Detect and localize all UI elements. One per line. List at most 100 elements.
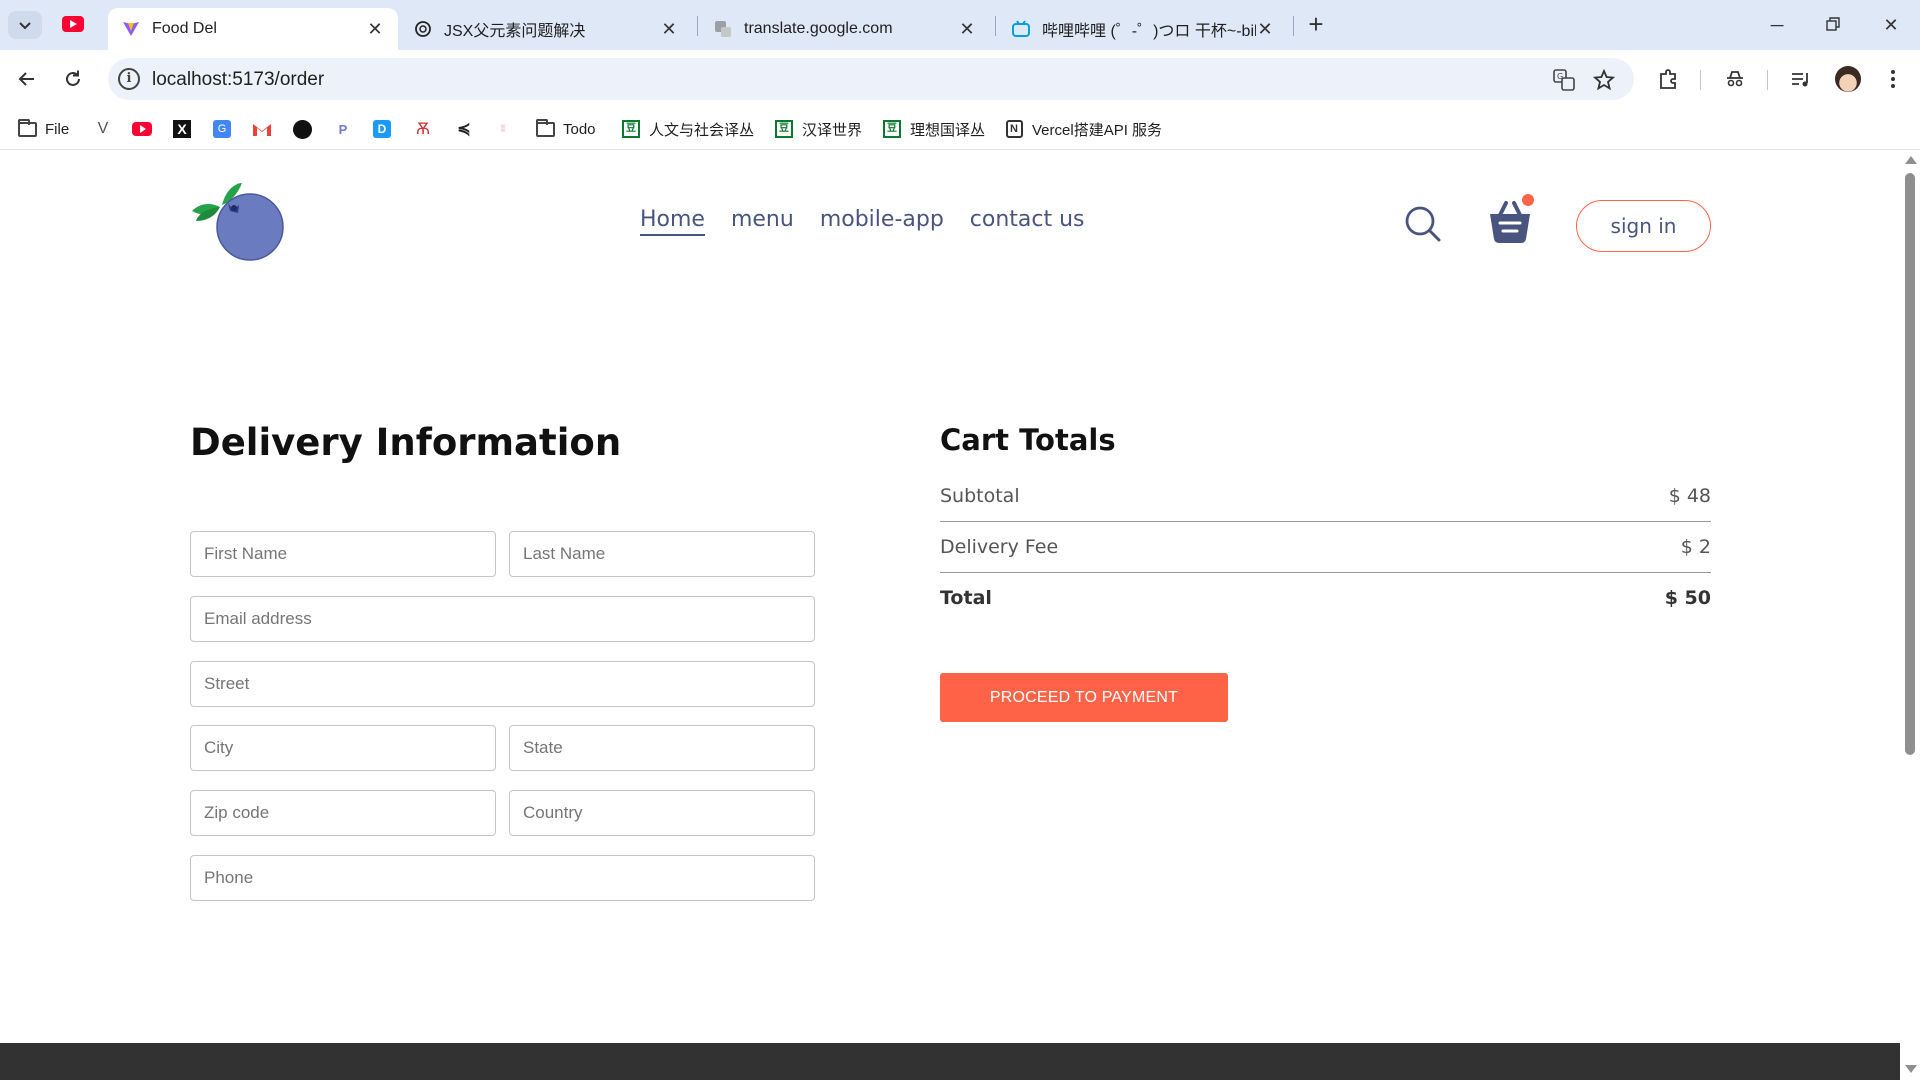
search-icon[interactable]: [1404, 205, 1442, 243]
street-field[interactable]: [190, 661, 815, 707]
site-info-icon[interactable]: i: [118, 68, 140, 90]
last-name-field[interactable]: [509, 531, 815, 577]
tab-separator: [697, 16, 698, 36]
first-name-field[interactable]: [190, 531, 496, 577]
close-window-icon[interactable]: ✕: [1878, 12, 1904, 38]
bookmark-label: 理想国译丛: [910, 121, 986, 139]
nav-link-mobile-app[interactable]: mobile-app: [820, 207, 944, 236]
bilibili-icon: [1012, 20, 1030, 38]
blueberry-logo[interactable]: [190, 177, 290, 267]
page-footer: [0, 1043, 1900, 1080]
delivery-fee-row: Delivery Fee $ 2: [940, 533, 1711, 561]
restore-icon[interactable]: [1820, 12, 1846, 38]
bookmark-label: Todo: [563, 120, 596, 138]
p-icon: P: [338, 121, 348, 137]
proceed-to-payment-button[interactable]: PROCEED TO PAYMENT: [940, 673, 1228, 722]
tab-search-button[interactable]: [8, 11, 42, 39]
chevron-down-icon: [19, 22, 31, 30]
state-field[interactable]: [509, 725, 815, 771]
subtotal-label: Subtotal: [940, 485, 1020, 507]
douban-icon: 豆: [774, 119, 794, 139]
tab-bilibili[interactable]: 哔哩哔哩 (゜-゜)つロ 干杯~-bilibili ✕: [998, 8, 1288, 50]
bookmark-star-icon[interactable]: [1592, 68, 1616, 92]
browser-tab-bar: Food Del ✕ JSX父元素问题解决 ✕ translate.google…: [0, 0, 1920, 50]
profile-avatar[interactable]: [1835, 66, 1861, 92]
page-scrollbar[interactable]: [1900, 151, 1920, 1080]
browser-toolbar: i localhost:5173/order G: [0, 50, 1920, 108]
d-icon: D: [372, 119, 392, 139]
bird-icon: ≼: [457, 121, 471, 138]
main-nav: Home menu mobile-app contact us: [640, 207, 1085, 236]
bookmark-folder-todo[interactable]: Todo: [535, 117, 596, 141]
zip-code-field[interactable]: [190, 790, 496, 836]
sign-in-button[interactable]: sign in: [1576, 200, 1711, 252]
tab-translate[interactable]: translate.google.com ✕: [700, 8, 990, 50]
more-menu-icon[interactable]: [1880, 66, 1906, 92]
cart-notification-dot: [1522, 194, 1534, 206]
close-tab-icon[interactable]: ✕: [958, 19, 976, 40]
translate-page-icon[interactable]: G: [1552, 68, 1576, 92]
address-bar[interactable]: i localhost:5173/order G: [108, 58, 1634, 100]
incognito-icon[interactable]: [1722, 66, 1748, 92]
pinned-youtube-tab[interactable]: [62, 16, 84, 32]
bookmark-github[interactable]: [292, 117, 312, 141]
scroll-up-arrow-icon[interactable]: [1905, 156, 1917, 164]
bookmark-tower[interactable]: Ѫ: [413, 117, 433, 141]
reload-icon[interactable]: [60, 66, 86, 92]
url-text[interactable]: localhost:5173/order: [152, 69, 324, 91]
email-field[interactable]: [190, 596, 815, 642]
github-icon: [292, 119, 312, 139]
google-translate-icon: G: [212, 119, 232, 139]
media-control-icon[interactable]: [1788, 66, 1814, 92]
folder-icon: [535, 118, 555, 139]
phone-field[interactable]: [190, 855, 815, 901]
nav-link-menu[interactable]: menu: [731, 207, 794, 236]
bookmark-renwen[interactable]: 豆 人文与社会译丛: [621, 117, 754, 141]
close-tab-icon[interactable]: ✕: [1256, 19, 1274, 40]
tab-food-del[interactable]: Food Del ✕: [108, 8, 398, 50]
scroll-down-arrow-icon[interactable]: [1905, 1065, 1917, 1073]
tab-title: JSX父元素问题解决: [444, 23, 586, 40]
bookmark-vercel[interactable]: N Vercel搭建API 服务: [1004, 117, 1162, 141]
gmail-icon: [252, 119, 272, 139]
total-label: Total: [940, 587, 992, 609]
notion-icon: N: [1004, 119, 1024, 139]
bookmark-hanyi[interactable]: 豆 汉译世界: [774, 117, 862, 141]
page-viewport: Home menu mobile-app contact us sign in …: [0, 151, 1900, 1080]
minimize-icon[interactable]: ─: [1764, 12, 1790, 38]
bookmark-gmail[interactable]: [252, 117, 272, 141]
bookmark-x[interactable]: X: [172, 117, 192, 141]
bookmarks-bar: File V X G P D Ѫ ≼ ʬ Todo 豆 人文与社会译丛 豆 汉译…: [0, 108, 1920, 150]
city-field[interactable]: [190, 725, 496, 771]
youtube-icon: [132, 119, 152, 139]
delivery-information-title: Delivery Information: [190, 421, 622, 464]
cart-divider: [940, 572, 1711, 573]
bookmark-folder-file[interactable]: File: [17, 117, 69, 141]
bookmark-google-translate[interactable]: G: [212, 117, 232, 141]
tab-title: 哔哩哔哩 (゜-゜)つロ 干杯~-bilibili: [1042, 23, 1256, 40]
subtotal-row: Subtotal $ 48: [940, 482, 1711, 510]
close-tab-icon[interactable]: ✕: [366, 19, 384, 40]
bookmark-youtube[interactable]: [132, 117, 152, 141]
bookmark-v[interactable]: V: [93, 117, 113, 141]
scrollbar-thumb[interactable]: [1905, 173, 1915, 755]
tab-jsx[interactable]: JSX父元素问题解决 ✕: [400, 8, 692, 50]
new-tab-button[interactable]: +: [1304, 10, 1328, 40]
bookmark-d[interactable]: D: [372, 117, 392, 141]
bookmark-faint[interactable]: ʬ: [493, 117, 513, 141]
x-icon: X: [172, 119, 192, 139]
bookmark-p[interactable]: P: [333, 117, 353, 141]
google-translate-icon: [714, 20, 732, 38]
extensions-icon[interactable]: [1655, 66, 1681, 92]
delivery-fee-value: $ 2: [1680, 536, 1711, 558]
nav-link-home[interactable]: Home: [640, 207, 705, 236]
close-tab-icon[interactable]: ✕: [660, 19, 678, 40]
tab-title: Food Del: [152, 20, 217, 37]
bookmark-bird[interactable]: ≼: [454, 117, 474, 141]
nav-link-contact-us[interactable]: contact us: [970, 207, 1085, 236]
bookmark-lixiangguo[interactable]: 豆 理想国译丛: [882, 117, 985, 141]
back-icon[interactable]: [14, 66, 40, 92]
bookmark-label: File: [45, 120, 70, 138]
vite-icon: [122, 20, 140, 38]
country-field[interactable]: [509, 790, 815, 836]
